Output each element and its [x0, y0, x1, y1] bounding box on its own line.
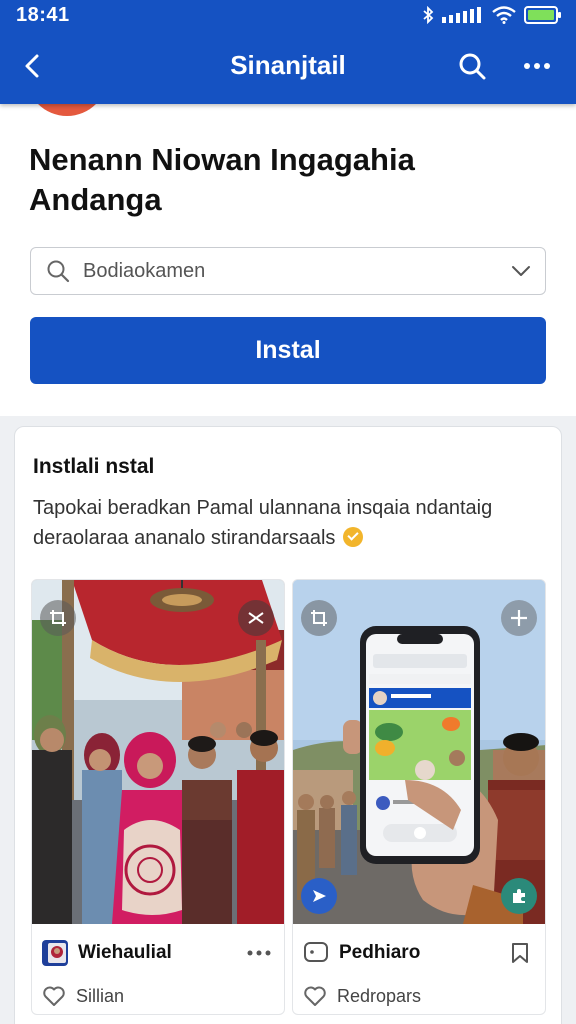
- expand-icon: [248, 612, 264, 624]
- crop-button[interactable]: [301, 600, 337, 636]
- hero-heading: Nenann Niowan Ingagahia Andanga: [29, 142, 415, 217]
- search-button[interactable]: [452, 46, 492, 86]
- crop-icon: [311, 610, 327, 626]
- more-button[interactable]: [517, 46, 557, 86]
- puzzle-button[interactable]: [501, 878, 537, 914]
- hero-section: Nenann Niowan Ingagahia Andanga Bodiaoka…: [0, 104, 576, 416]
- more-horizontal-icon: [524, 63, 550, 69]
- more-horizontal-icon: [247, 950, 271, 956]
- category-select[interactable]: Bodiaokamen: [30, 247, 546, 295]
- tile-meta: Pedhiaro Redropars: [293, 924, 545, 1014]
- heart-icon[interactable]: [42, 984, 66, 1008]
- plus-icon: [511, 610, 527, 626]
- tile-name: Pedhiaro: [339, 942, 421, 963]
- puzzle-icon: [513, 889, 525, 903]
- heart-icon[interactable]: [303, 984, 327, 1008]
- install-card: Instlali nstal Tapokai beradkan Pamal ul…: [14, 426, 562, 1024]
- bluetooth-icon: [423, 6, 434, 24]
- app-bar: 18:41 Sinanjtail: [0, 0, 576, 104]
- install-button[interactable]: Instal: [30, 317, 546, 384]
- tile-name: Wiehaulial: [78, 942, 172, 963]
- crop-button[interactable]: [40, 600, 76, 636]
- card-description-text: Tapokai beradkan Pamal ulannana insqaia …: [33, 497, 493, 549]
- card-title: Instlali nstal: [33, 455, 155, 478]
- media-tile[interactable]: Pedhiaro Redropars: [292, 579, 546, 1015]
- chevron-down-icon: [509, 259, 533, 283]
- send-icon: [313, 890, 326, 902]
- channel-logo-icon: [42, 940, 68, 966]
- share-button[interactable]: [301, 878, 337, 914]
- tile-likes: Redropars: [337, 986, 422, 1006]
- signal-icon: [442, 7, 481, 23]
- search-icon: [45, 258, 71, 284]
- phone-in-hand-photo[interactable]: [293, 580, 545, 924]
- select-value: Bodiaokamen: [83, 259, 206, 282]
- decorative-circle: [26, 104, 108, 116]
- tile-more-button[interactable]: [244, 940, 274, 966]
- bookmark-icon: [512, 943, 528, 963]
- chat-bubble-icon: [304, 942, 328, 962]
- tile-likes: Sillian: [76, 986, 125, 1006]
- status-time: 18:41: [16, 4, 70, 26]
- status-icons: [422, 6, 562, 24]
- fullscreen-button[interactable]: [238, 600, 274, 636]
- media-tile[interactable]: Wiehaulial Sillian: [31, 579, 285, 1015]
- battery-icon: [524, 6, 561, 24]
- card-description: Tapokai beradkan Pamal ulannana insqaia …: [33, 493, 545, 553]
- status-bar: 18:41: [0, 0, 576, 32]
- bookmark-button[interactable]: [505, 940, 535, 966]
- check-emoji-icon: [342, 527, 363, 547]
- wifi-icon: [492, 6, 516, 24]
- search-icon: [459, 53, 486, 80]
- crop-icon: [50, 610, 66, 626]
- crowd-event-photo[interactable]: [32, 580, 284, 924]
- add-button[interactable]: [501, 600, 537, 636]
- tile-meta: Wiehaulial Sillian: [32, 924, 284, 1014]
